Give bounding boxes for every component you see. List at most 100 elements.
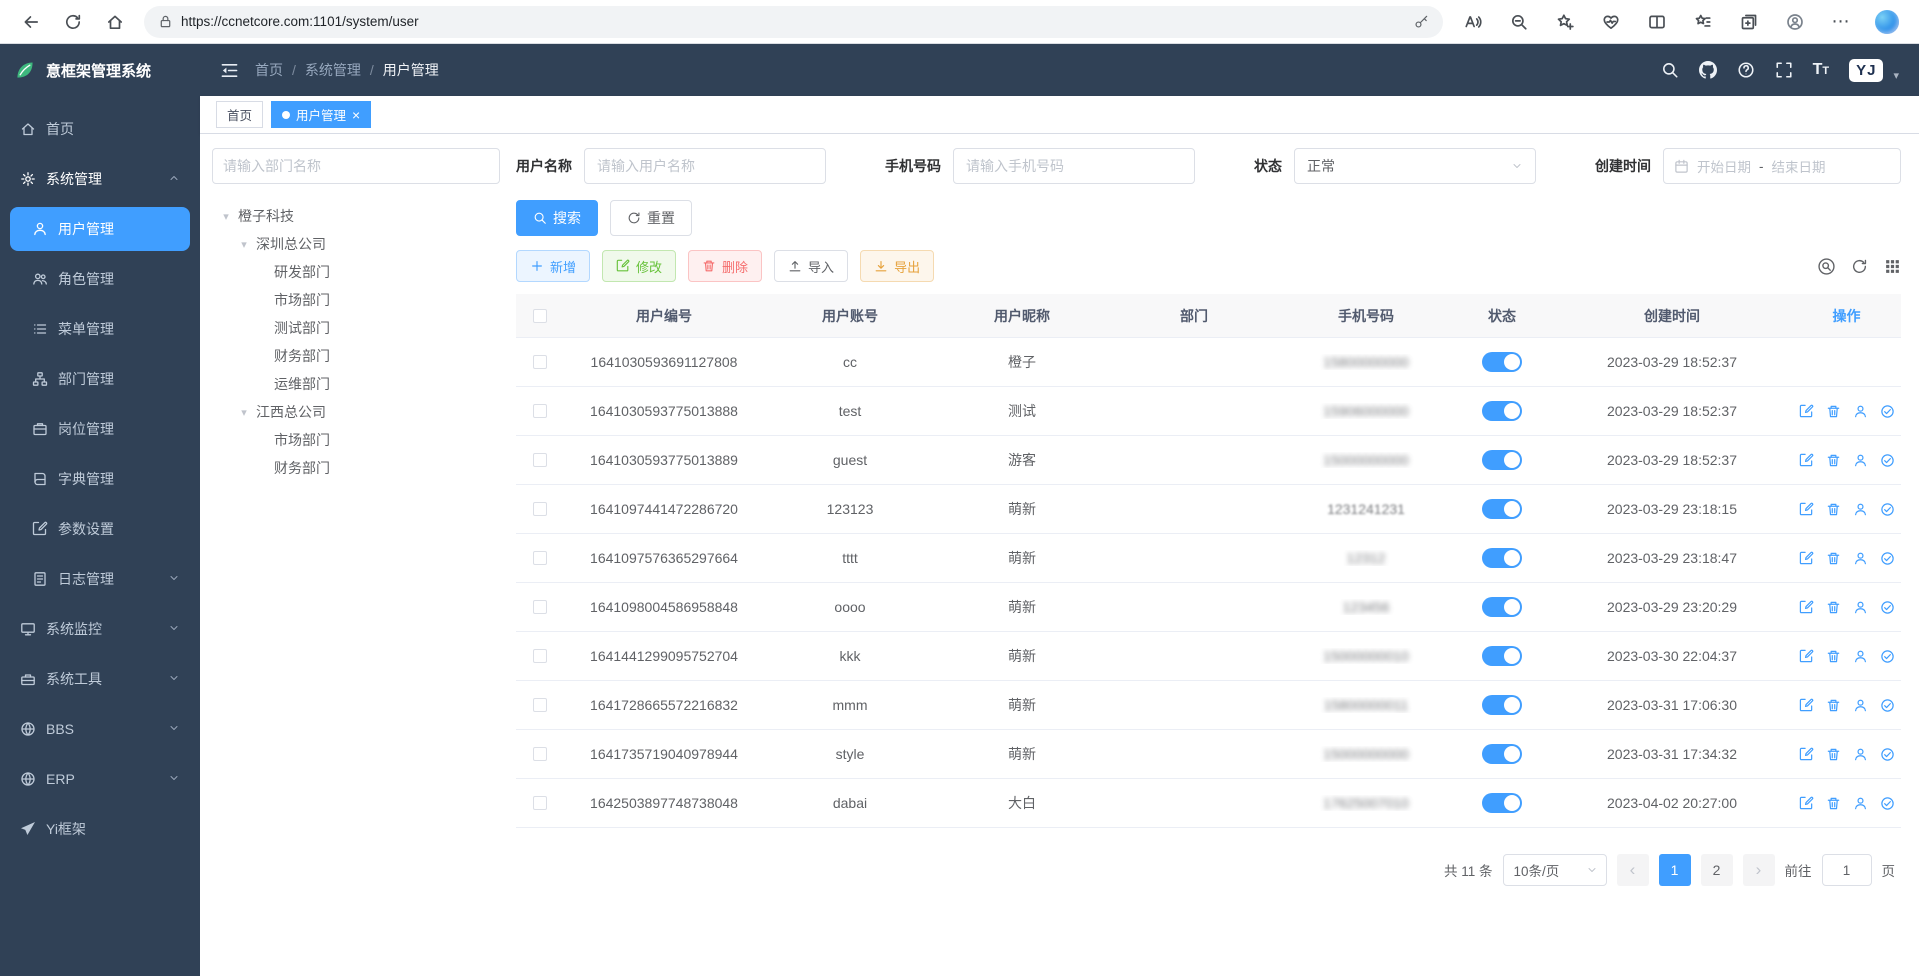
assign-role-icon[interactable] — [1880, 698, 1895, 713]
page-button-1[interactable]: 1 — [1659, 854, 1691, 886]
assign-role-icon[interactable] — [1880, 747, 1895, 762]
assign-role-icon[interactable] — [1880, 453, 1895, 468]
assign-role-icon[interactable] — [1880, 502, 1895, 517]
sidebar-item-dict-management[interactable]: 字典管理 — [0, 454, 200, 504]
tree-node-branch[interactable]: ▾ 深圳总公司 — [212, 230, 500, 258]
next-page-button[interactable]: › — [1743, 854, 1775, 886]
tree-node-dept[interactable]: 市场部门 — [212, 286, 500, 314]
reset-password-icon[interactable] — [1853, 698, 1868, 713]
username-input[interactable] — [584, 148, 826, 184]
fullscreen-icon[interactable] — [1775, 61, 1793, 79]
breadcrumb-home[interactable]: 首页 — [255, 60, 283, 80]
sidebar-item-bbs[interactable]: BBS — [0, 704, 200, 754]
prev-page-button[interactable]: ‹ — [1617, 854, 1649, 886]
reset-password-icon[interactable] — [1853, 551, 1868, 566]
status-toggle[interactable] — [1482, 450, 1522, 470]
edit-icon[interactable] — [1799, 747, 1814, 762]
address-bar[interactable]: https://ccnetcore.com:1101/system/user — [144, 6, 1443, 38]
row-checkbox[interactable] — [533, 355, 547, 369]
collections-icon[interactable] — [1729, 6, 1769, 38]
favorites-icon[interactable] — [1683, 6, 1723, 38]
assign-role-icon[interactable] — [1880, 796, 1895, 811]
read-aloud-icon[interactable] — [1453, 6, 1493, 38]
edit-button[interactable]: 修改 — [602, 250, 676, 282]
phone-input[interactable] — [953, 148, 1195, 184]
refresh-table-icon[interactable] — [1851, 258, 1868, 275]
edit-icon[interactable] — [1799, 600, 1814, 615]
sidebar-item-yi-framework[interactable]: Yi框架 — [0, 804, 200, 854]
close-icon[interactable]: × — [352, 108, 360, 122]
browser-more-menu-icon[interactable]: ⋯ — [1821, 6, 1861, 38]
tree-node-dept[interactable]: 财务部门 — [212, 454, 500, 482]
zoom-out-icon[interactable] — [1499, 6, 1539, 38]
password-key-icon[interactable] — [1414, 14, 1429, 29]
toggle-search-icon[interactable] — [1818, 258, 1835, 275]
search-button[interactable]: 搜索 — [516, 200, 598, 236]
user-avatar[interactable]: YJ — [1849, 59, 1883, 82]
edit-icon[interactable] — [1799, 453, 1814, 468]
browser-essentials-icon[interactable] — [1591, 6, 1631, 38]
status-toggle[interactable] — [1482, 499, 1522, 519]
edit-icon[interactable] — [1799, 502, 1814, 517]
reset-button[interactable]: 重置 — [610, 200, 692, 236]
sidebar-item-menu-management[interactable]: 菜单管理 — [0, 304, 200, 354]
import-button[interactable]: 导入 — [774, 250, 848, 282]
url-text[interactable]: https://ccnetcore.com:1101/system/user — [181, 14, 1406, 29]
caret-down-icon[interactable]: ▾ — [218, 210, 234, 223]
browser-home-button[interactable] — [96, 6, 134, 38]
status-toggle[interactable] — [1482, 401, 1522, 421]
assign-role-icon[interactable] — [1880, 404, 1895, 419]
reset-password-icon[interactable] — [1853, 747, 1868, 762]
delete-icon[interactable] — [1826, 551, 1841, 566]
delete-icon[interactable] — [1826, 600, 1841, 615]
reset-password-icon[interactable] — [1853, 404, 1868, 419]
github-icon[interactable] — [1699, 61, 1717, 79]
sidebar-item-home[interactable]: 首页 — [0, 104, 200, 154]
reset-password-icon[interactable] — [1853, 453, 1868, 468]
split-screen-icon[interactable] — [1637, 6, 1677, 38]
row-checkbox[interactable] — [533, 698, 547, 712]
search-icon[interactable] — [1661, 61, 1679, 79]
sidebar-item-system-monitor[interactable]: 系统监控 — [0, 604, 200, 654]
tab-user-management[interactable]: 用户管理 × — [271, 101, 371, 128]
browser-back-button[interactable] — [12, 6, 50, 38]
help-icon[interactable] — [1737, 61, 1755, 79]
breadcrumb-system[interactable]: 系统管理 — [305, 60, 361, 80]
status-toggle[interactable] — [1482, 744, 1522, 764]
edit-icon[interactable] — [1799, 698, 1814, 713]
browser-refresh-button[interactable] — [54, 6, 92, 38]
select-all-checkbox[interactable] — [533, 309, 547, 323]
delete-icon[interactable] — [1826, 404, 1841, 419]
delete-icon[interactable] — [1826, 698, 1841, 713]
row-checkbox[interactable] — [533, 453, 547, 467]
row-checkbox[interactable] — [533, 747, 547, 761]
caret-down-icon[interactable]: ▾ — [236, 406, 252, 419]
status-toggle[interactable] — [1482, 793, 1522, 813]
sidebar-item-post-management[interactable]: 岗位管理 — [0, 404, 200, 454]
assign-role-icon[interactable] — [1880, 600, 1895, 615]
row-checkbox[interactable] — [533, 551, 547, 565]
sidebar-item-dept-management[interactable]: 部门管理 — [0, 354, 200, 404]
sidebar-item-log-management[interactable]: 日志管理 — [0, 554, 200, 604]
goto-page-input[interactable] — [1822, 854, 1872, 886]
sidebar-collapse-icon[interactable] — [220, 61, 239, 80]
font-size-icon[interactable]: TT — [1813, 61, 1830, 79]
assign-role-icon[interactable] — [1880, 649, 1895, 664]
row-checkbox[interactable] — [533, 649, 547, 663]
delete-icon[interactable] — [1826, 796, 1841, 811]
tree-node-branch[interactable]: ▾ 江西总公司 — [212, 398, 500, 426]
assign-role-icon[interactable] — [1880, 551, 1895, 566]
delete-icon[interactable] — [1826, 453, 1841, 468]
reset-password-icon[interactable] — [1853, 796, 1868, 811]
status-toggle[interactable] — [1482, 597, 1522, 617]
row-checkbox[interactable] — [533, 502, 547, 516]
column-settings-icon[interactable] — [1884, 258, 1901, 275]
status-toggle[interactable] — [1482, 548, 1522, 568]
reset-password-icon[interactable] — [1853, 649, 1868, 664]
tree-node-dept[interactable]: 运维部门 — [212, 370, 500, 398]
browser-profile-avatar[interactable] — [1775, 6, 1815, 38]
sidebar-item-user-management[interactable]: 用户管理 — [10, 207, 190, 251]
tab-home[interactable]: 首页 — [216, 101, 263, 128]
tree-node-dept[interactable]: 测试部门 — [212, 314, 500, 342]
row-checkbox[interactable] — [533, 796, 547, 810]
